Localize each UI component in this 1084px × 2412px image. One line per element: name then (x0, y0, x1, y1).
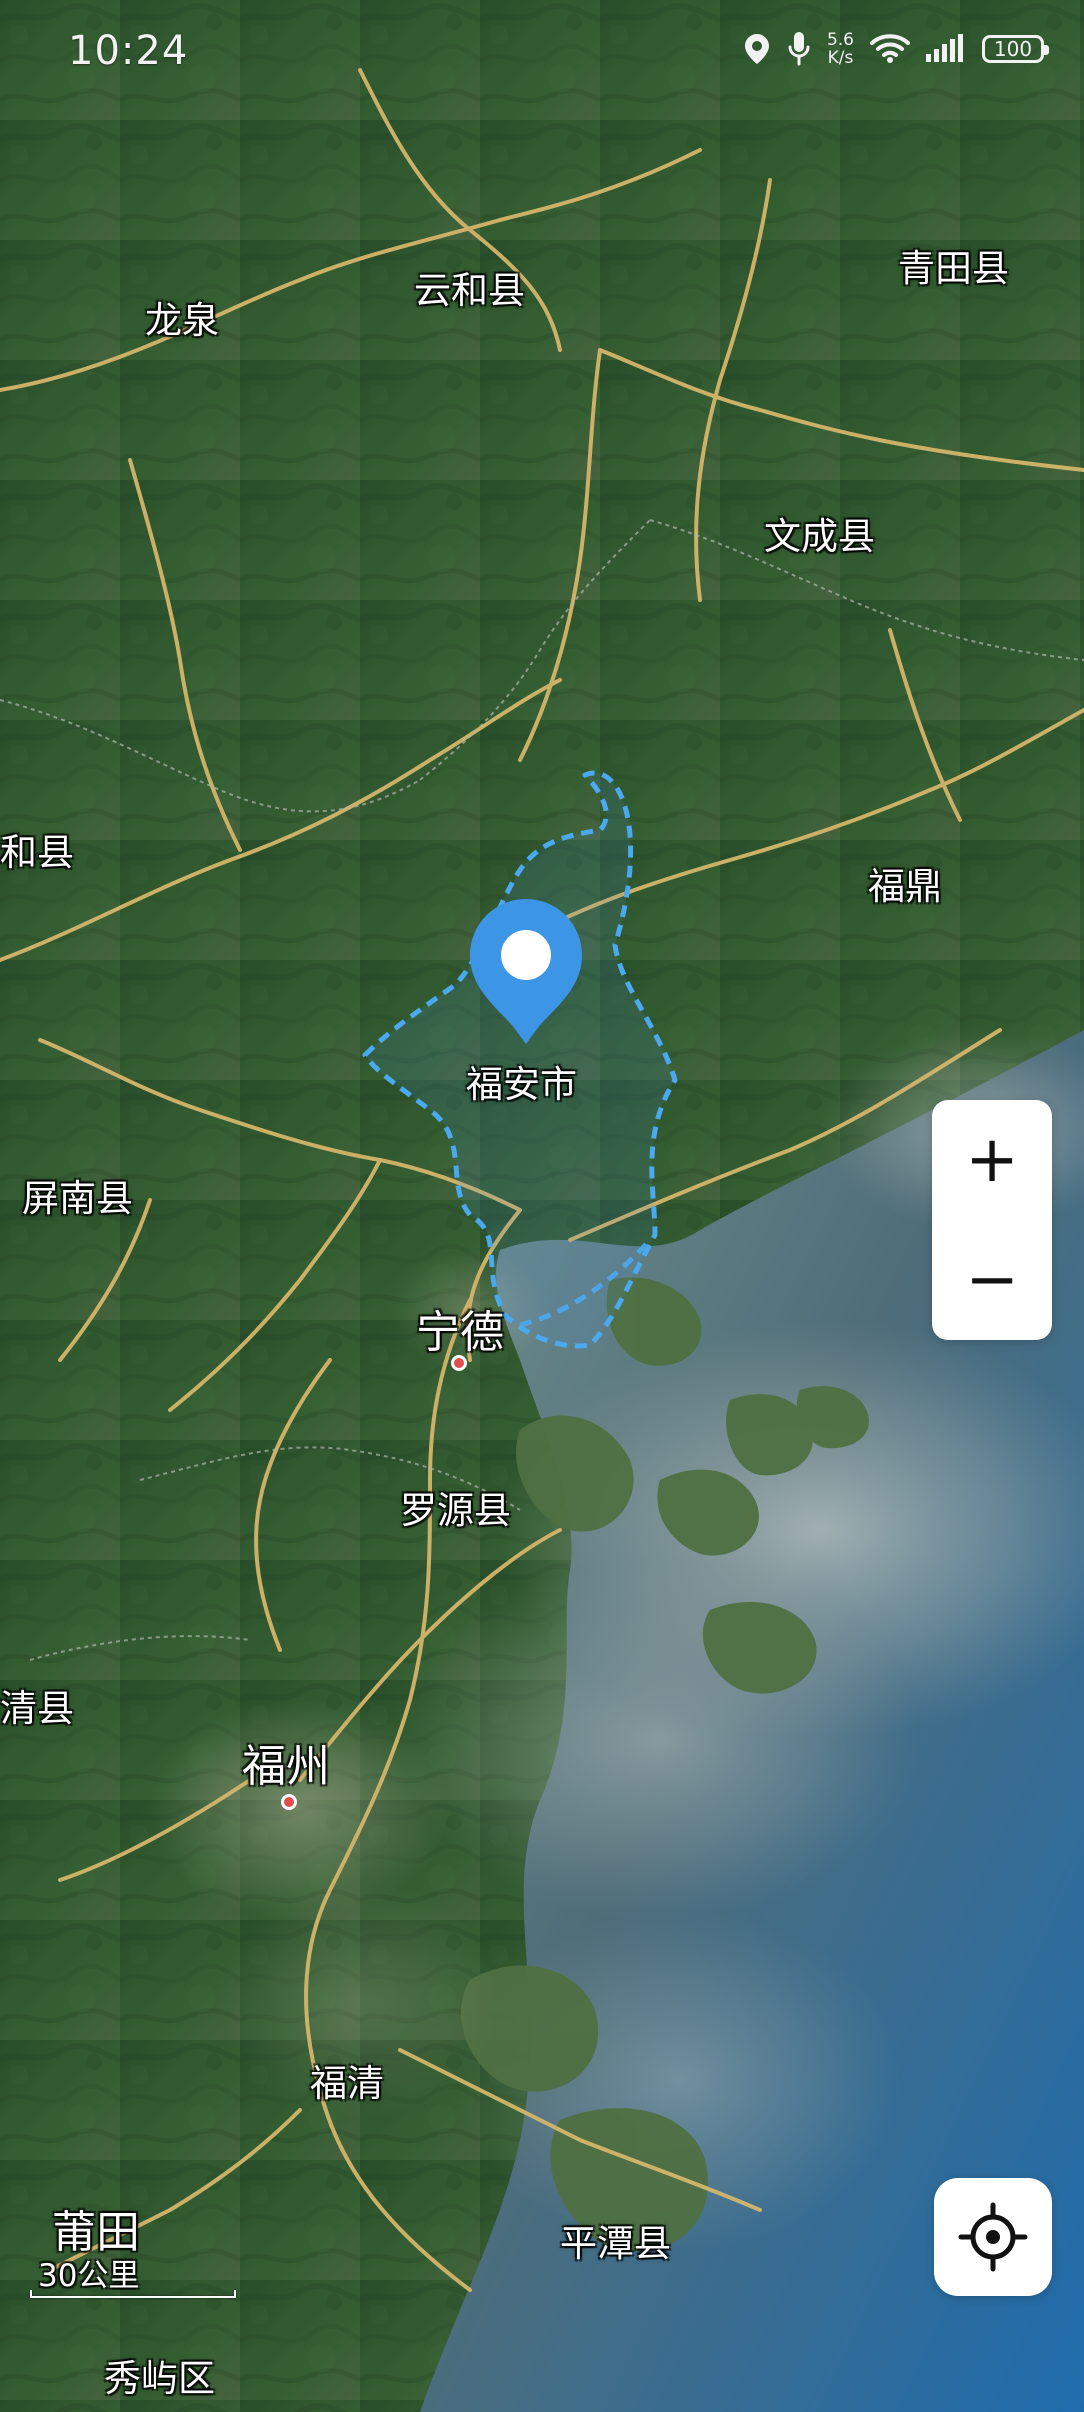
zoom-out-button[interactable]: − (932, 1220, 1052, 1340)
map-canvas (0, 0, 1084, 2412)
map-scale: 30公里 (30, 2250, 240, 2298)
network-speed: 5.6 K/s (827, 31, 854, 67)
map-label-fuan[interactable]: 福安市 (466, 1054, 577, 1108)
map-pin-icon (470, 899, 582, 1044)
fuzhou-city-dot[interactable] (281, 1794, 297, 1810)
status-time: 10:24 (68, 28, 189, 74)
wifi-icon (868, 33, 912, 65)
scale-line (30, 2290, 236, 2298)
battery-icon: 100 (982, 35, 1049, 63)
map-label-ningde[interactable]: 宁德 (416, 1296, 504, 1360)
map-label-xiuyu[interactable]: 秀屿区 (104, 2348, 215, 2402)
map-label-pingnan[interactable]: 屏南县 (22, 1168, 133, 1222)
zoom-in-button[interactable]: + (932, 1100, 1052, 1220)
map-screen: 10:24 5.6 K/s 100 龙泉 云和县 青田县 文成县 和县 福鼎 福… (0, 0, 1084, 2412)
map-label-longquan[interactable]: 龙泉 (145, 290, 219, 344)
zoom-controls: + − (932, 1100, 1052, 1340)
satellite-map[interactable] (0, 0, 1084, 2412)
locate-button[interactable] (934, 2178, 1052, 2296)
network-speed-unit: K/s (827, 48, 854, 68)
map-label-yunhe[interactable]: 云和县 (414, 260, 525, 314)
map-label-qingtian[interactable]: 青田县 (898, 238, 1009, 292)
map-label-fuzhou[interactable]: 福州 (242, 1730, 330, 1794)
selected-location-pin[interactable] (456, 893, 596, 1059)
map-label-wencheng[interactable]: 文成县 (764, 506, 875, 560)
microphone-icon (785, 30, 813, 68)
status-icons: 5.6 K/s 100 (741, 30, 1049, 68)
map-label-minqing[interactable]: 清县 (0, 1678, 74, 1732)
map-label-luoyuan[interactable]: 罗源县 (400, 1480, 511, 1534)
network-speed-value: 5.6 (826, 30, 854, 50)
scale-label: 30公里 (38, 2258, 140, 2294)
signal-icon (924, 34, 968, 64)
map-label-fuding[interactable]: 福鼎 (868, 856, 942, 910)
location-icon (741, 32, 773, 66)
map-label-pingtan[interactable]: 平潭县 (560, 2213, 671, 2267)
status-bar: 10:24 5.6 K/s 100 (0, 0, 1084, 110)
ningde-city-dot[interactable] (451, 1355, 467, 1371)
locate-icon (958, 2202, 1028, 2272)
map-label-zhenghe[interactable]: 和县 (0, 822, 74, 876)
map-label-fuqing[interactable]: 福清 (310, 2053, 384, 2107)
